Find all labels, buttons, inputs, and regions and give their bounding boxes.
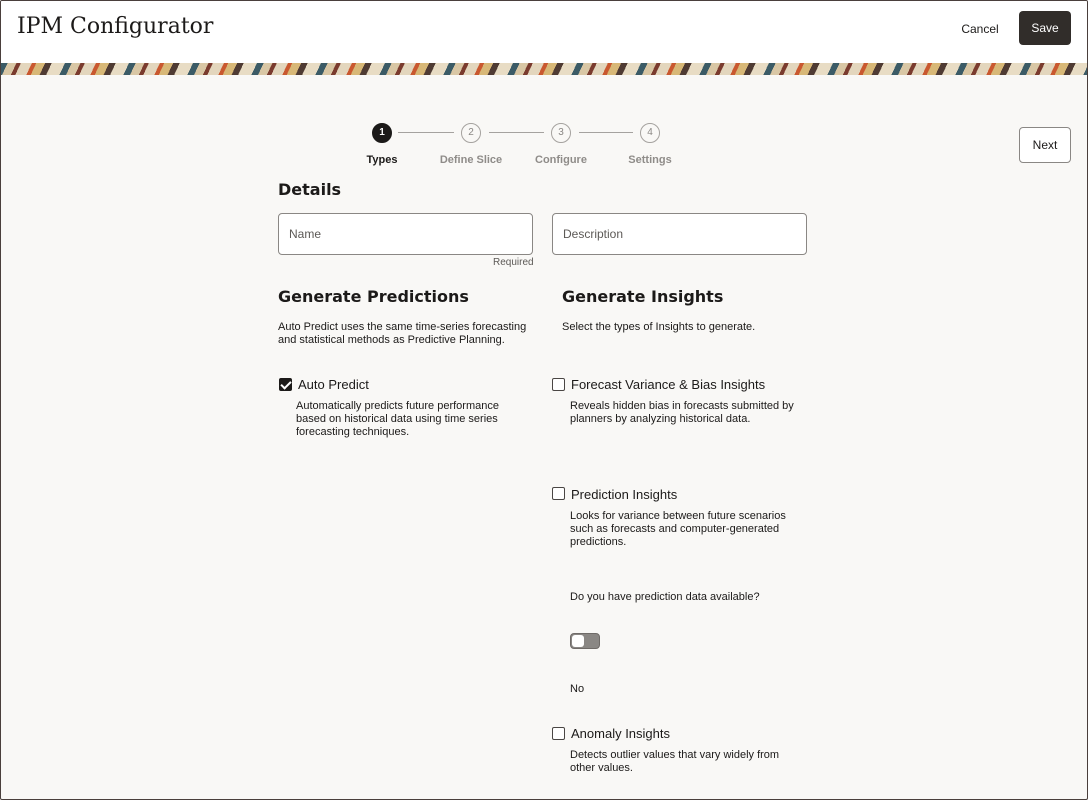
step-1-indicator[interactable]: 1 [372, 123, 392, 143]
insights-intro: Select the types of Insights to generate… [562, 321, 756, 333]
prediction-data-toggle-value: No [570, 683, 585, 695]
step-4-label[interactable]: Settings [605, 154, 695, 166]
step-2-label[interactable]: Define Slice [426, 154, 516, 166]
save-button[interactable]: Save [1019, 11, 1071, 45]
anomaly-insights-description: Detects outlier values that vary widely … [570, 749, 780, 774]
name-input[interactable] [278, 213, 533, 255]
step-3-label[interactable]: Configure [516, 154, 606, 166]
forecast-variance-description: Reveals hidden bias in forecasts submitt… [570, 400, 794, 425]
prediction-insights-description: Looks for variance between future scenar… [570, 510, 786, 548]
prediction-insights-checkbox[interactable] [552, 487, 565, 500]
configurator-window: IPM Configurator Cancel Save 1 2 3 4 Typ… [0, 0, 1088, 800]
anomaly-insights-label[interactable]: Anomaly Insights [571, 726, 670, 741]
app-title: IPM Configurator [17, 14, 214, 39]
step-2-indicator[interactable]: 2 [461, 123, 481, 143]
prediction-data-question: Do you have prediction data available? [570, 591, 760, 603]
anomaly-insights-checkbox[interactable] [552, 727, 565, 740]
step-connector [579, 132, 633, 133]
cancel-button[interactable]: Cancel [951, 14, 1009, 44]
auto-predict-description: Automatically predicts future performanc… [296, 400, 499, 438]
description-input[interactable] [552, 213, 807, 255]
app-header: IPM Configurator Cancel Save [1, 1, 1087, 63]
details-heading: Details [278, 180, 342, 199]
auto-predict-checkbox[interactable] [279, 378, 292, 391]
step-connector [489, 132, 544, 133]
prediction-data-toggle[interactable] [570, 633, 600, 649]
predictions-intro: Auto Predict uses the same time-series f… [278, 321, 527, 346]
step-4-indicator[interactable]: 4 [640, 123, 660, 143]
prediction-insights-label[interactable]: Prediction Insights [571, 487, 677, 502]
auto-predict-label[interactable]: Auto Predict [298, 377, 369, 392]
step-1-label[interactable]: Types [337, 154, 427, 166]
step-connector [398, 132, 454, 133]
forecast-variance-checkbox[interactable] [552, 378, 565, 391]
generate-predictions-heading: Generate Predictions [278, 287, 469, 306]
forecast-variance-label[interactable]: Forecast Variance & Bias Insights [571, 377, 765, 392]
name-required-helper: Required [493, 257, 534, 268]
decorative-banner [1, 63, 1087, 75]
next-button[interactable]: Next [1019, 127, 1071, 163]
generate-insights-heading: Generate Insights [562, 287, 724, 306]
step-3-indicator[interactable]: 3 [551, 123, 571, 143]
toggle-knob [572, 635, 584, 647]
